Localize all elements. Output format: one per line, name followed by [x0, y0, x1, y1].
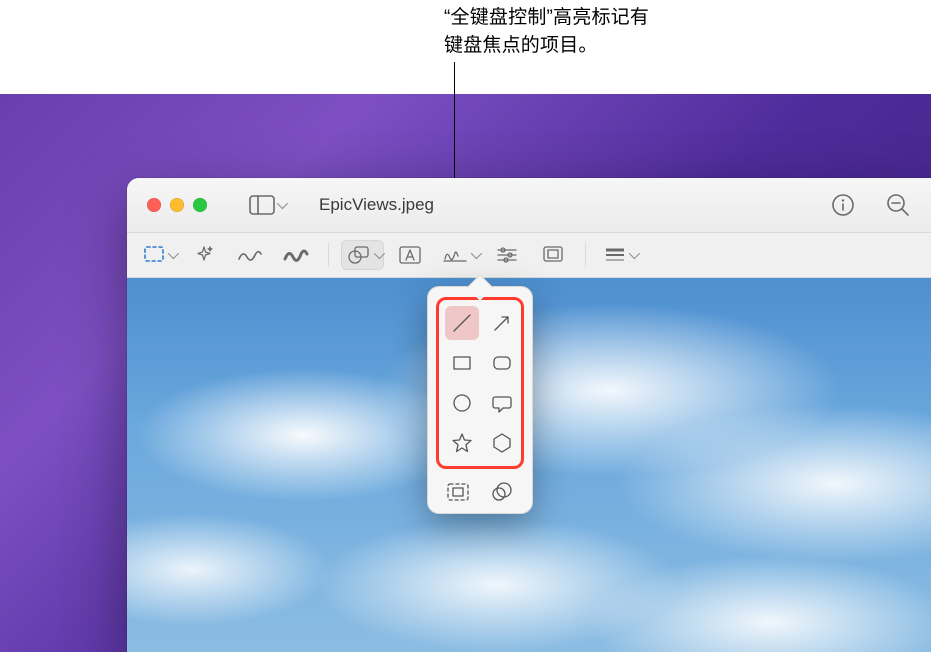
shapes-grid-focus-ring: [436, 297, 524, 469]
sparkle-icon: [193, 244, 215, 266]
draw-tool[interactable]: [276, 240, 316, 270]
traffic-lights: [147, 198, 207, 212]
callout-line-1: “全键盘控制”高亮标记有: [444, 4, 764, 32]
zoom-out-button[interactable]: [885, 192, 911, 218]
info-button[interactable]: [831, 193, 855, 217]
callout-line-2: 键盘焦点的项目。: [444, 32, 764, 60]
signature-icon: [442, 246, 468, 264]
circle-shape[interactable]: [445, 386, 479, 420]
minimize-button[interactable]: [170, 198, 184, 212]
loupe-tool[interactable]: [487, 479, 517, 505]
mask-icon: [446, 482, 470, 502]
draw-icon: [283, 246, 309, 264]
chevron-down-icon: [471, 248, 482, 259]
hexagon-icon: [490, 431, 514, 455]
text-icon: [398, 245, 422, 265]
sliders-icon: [496, 246, 518, 264]
roundrect-shape[interactable]: [485, 346, 519, 380]
border-style-tool[interactable]: [598, 240, 639, 270]
sketch-icon: [237, 246, 263, 264]
chevron-down-icon: [629, 248, 640, 259]
rect-shape[interactable]: [445, 346, 479, 380]
crop-tool[interactable]: [533, 240, 573, 270]
speech-bubble-shape[interactable]: [485, 386, 519, 420]
rounded-rectangle-icon: [490, 351, 514, 375]
loupe-icon: [490, 481, 514, 503]
star-icon: [450, 431, 474, 455]
close-button[interactable]: [147, 198, 161, 212]
speech-bubble-icon: [490, 391, 514, 415]
text-tool[interactable]: [390, 240, 430, 270]
line-shape[interactable]: [445, 306, 479, 340]
selection-tool[interactable]: [137, 240, 178, 270]
line-icon: [450, 311, 474, 335]
selection-icon: [143, 245, 165, 265]
circle-icon: [450, 391, 474, 415]
sidebar-icon: [249, 195, 275, 215]
toolbar-divider: [585, 243, 586, 267]
shapes-popover: [427, 286, 533, 514]
sketch-tool[interactable]: [230, 240, 270, 270]
markup-toolbar: [127, 232, 931, 278]
chevron-down-icon: [168, 248, 179, 259]
lines-icon: [604, 247, 626, 263]
fullscreen-button[interactable]: [193, 198, 207, 212]
rectangle-icon: [450, 351, 474, 375]
crop-icon: [542, 245, 564, 265]
shapes-icon: [347, 245, 371, 265]
hexagon-shape[interactable]: [485, 426, 519, 460]
arrow-shape[interactable]: [485, 306, 519, 340]
toolbar-divider: [328, 243, 329, 267]
star-shape[interactable]: [445, 426, 479, 460]
info-icon: [831, 193, 855, 217]
arrow-icon: [490, 311, 514, 335]
chevron-down-icon: [277, 198, 288, 209]
popover-bottom-row: [436, 477, 524, 505]
chevron-down-icon: [374, 248, 385, 259]
titlebar: EpicViews.jpeg: [127, 178, 931, 232]
adjust-color-tool[interactable]: [487, 240, 527, 270]
window-title: EpicViews.jpeg: [319, 195, 434, 215]
sign-tool[interactable]: [436, 240, 481, 270]
callout-text: “全键盘控制”高亮标记有 键盘焦点的项目。: [444, 4, 764, 59]
preview-window: EpicViews.jpeg: [127, 178, 931, 652]
instant-alpha-tool[interactable]: [184, 240, 224, 270]
shapes-tool[interactable]: [341, 240, 384, 270]
zoom-out-icon: [885, 192, 911, 218]
mask-tool[interactable]: [443, 479, 473, 505]
sidebar-toggle-button[interactable]: [245, 191, 289, 219]
